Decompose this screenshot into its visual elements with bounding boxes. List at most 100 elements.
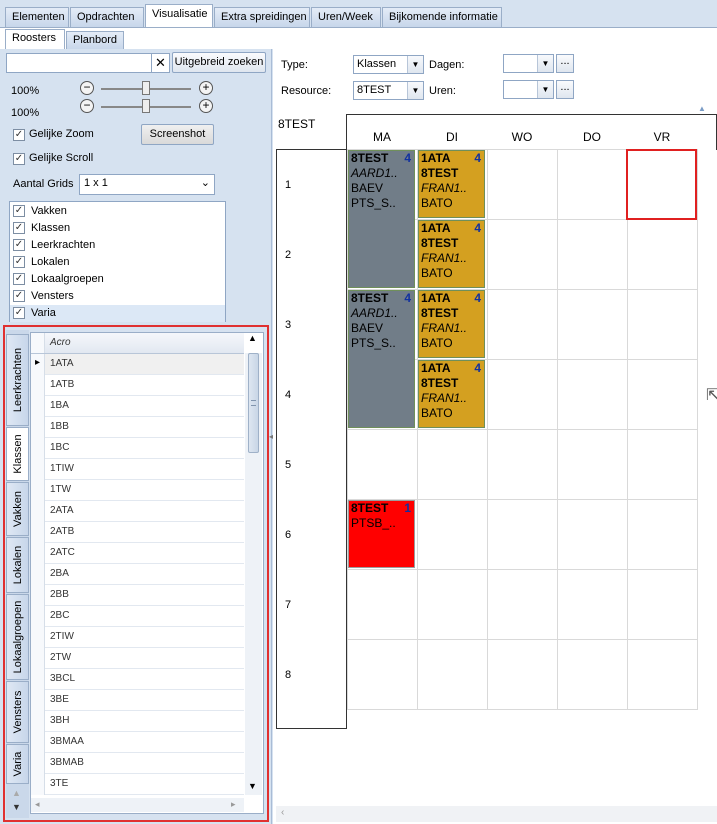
same-zoom-checkbox[interactable]: ✓ xyxy=(13,129,25,141)
dropdown-arrow-icon[interactable]: ▼ xyxy=(407,56,423,73)
hour-label: 7 xyxy=(285,599,292,611)
checklist-label: Varia xyxy=(31,307,56,319)
lesson-count: 4 xyxy=(404,291,411,305)
dropdown-arrow-icon[interactable]: ▼ xyxy=(537,55,553,72)
checklist-item-vensters[interactable]: ✓ Vensters xyxy=(10,288,225,305)
hours-more-button[interactable]: ... xyxy=(556,80,574,99)
zoom-level-2: 100% xyxy=(11,107,40,119)
lesson-block[interactable]: 1ATA 4 8TEST FRAN1.. BATO xyxy=(418,150,485,218)
lesson-count: 4 xyxy=(474,221,481,235)
checkbox[interactable]: ✓ xyxy=(13,273,25,285)
dropdown-arrow-icon[interactable]: ▼ xyxy=(537,81,553,98)
checkbox[interactable]: ✓ xyxy=(13,256,25,268)
lesson-block[interactable]: 8TEST 4 AARD1.. BAEV PTS_S.. xyxy=(348,150,415,288)
lesson-l3: BAEV xyxy=(351,321,384,335)
zoom-in-icon[interactable]: + xyxy=(199,99,213,113)
checklist-item-varia[interactable]: ✓ Varia xyxy=(10,305,225,322)
day-header[interactable]: DO xyxy=(557,114,627,150)
same-scroll-label: Gelijke Scroll xyxy=(29,152,94,164)
day-header[interactable]: WO xyxy=(487,114,557,150)
zoom-out-icon[interactable]: − xyxy=(80,99,94,113)
hours-select[interactable]: ▼ xyxy=(503,80,554,99)
grid-line xyxy=(347,639,697,640)
selected-cell[interactable] xyxy=(626,149,697,220)
lesson-count: 4 xyxy=(474,361,481,375)
tab-roosters[interactable]: Roosters xyxy=(5,29,65,51)
lesson-l3: FRAN1.. xyxy=(421,181,468,195)
lesson-l4: BATO xyxy=(421,336,453,350)
clear-search-icon[interactable]: ✕ xyxy=(151,54,169,72)
zoom-out-icon[interactable]: − xyxy=(80,81,94,95)
tab-label: Elementen xyxy=(12,11,65,23)
scroll-left-icon[interactable]: ‹ xyxy=(281,807,284,818)
tab-bijkomende-informatie[interactable]: Bijkomende informatie xyxy=(382,7,502,27)
lesson-l3: BAEV xyxy=(351,181,384,195)
day-header[interactable]: MA xyxy=(347,114,417,150)
lesson-block[interactable]: 1ATA 4 8TEST FRAN1.. BATO xyxy=(418,290,485,358)
search-input[interactable] xyxy=(6,53,170,73)
resource-select[interactable]: 8TEST ▼ xyxy=(353,81,424,100)
checklist-item-leerkrachten[interactable]: ✓ Leerkrachten xyxy=(10,237,225,254)
days-label: Dagen: xyxy=(429,59,465,71)
hour-label: 5 xyxy=(285,459,292,471)
checklist-item-klassen[interactable]: ✓ Klassen xyxy=(10,220,225,237)
checkbox[interactable]: ✓ xyxy=(13,290,25,302)
lesson-l1: 1ATA xyxy=(421,361,451,375)
lesson-count: 1 xyxy=(404,501,411,515)
day-header[interactable]: DI xyxy=(417,114,487,150)
lesson-l4: BATO xyxy=(421,196,453,210)
tab-label: Roosters xyxy=(12,32,57,44)
days-select[interactable]: ▼ xyxy=(503,54,554,73)
type-select[interactable]: Klassen ▼ xyxy=(353,55,424,74)
tab-planbord[interactable]: Planbord xyxy=(66,31,124,50)
schedule-title: 8TEST xyxy=(278,117,316,131)
screenshot-button[interactable]: Screenshot xyxy=(141,124,214,145)
checklist-label: Vensters xyxy=(31,290,74,302)
chevron-down-icon: ⌄ xyxy=(200,177,210,189)
lesson-l4: PTS_S.. xyxy=(351,196,396,210)
grid-line xyxy=(697,149,698,710)
zoom-slider-thumb[interactable] xyxy=(142,99,150,113)
tab-opdrachten[interactable]: Opdrachten xyxy=(70,7,144,27)
zoom-in-icon[interactable]: + xyxy=(199,81,213,95)
day-header[interactable]: VR xyxy=(627,114,697,150)
checklist-label: Vakken xyxy=(31,205,67,217)
lesson-block[interactable]: 1ATA 4 8TEST FRAN1.. BATO xyxy=(418,360,485,428)
hour-label: 8 xyxy=(285,669,292,681)
type-label: Type: xyxy=(281,59,308,71)
lesson-header: 1ATA 4 xyxy=(421,291,482,306)
lesson-l2: 8TEST xyxy=(421,236,459,250)
grids-label: Aantal Grids xyxy=(13,178,74,190)
tab-uren-week[interactable]: Uren/Week xyxy=(311,7,381,27)
lesson-header: 1ATA 4 xyxy=(421,361,482,376)
tab-visualisatie[interactable]: Visualisatie xyxy=(145,4,213,28)
grid-line xyxy=(557,149,558,710)
checkbox[interactable]: ✓ xyxy=(13,205,25,217)
checklist-label: Lokalen xyxy=(31,256,70,268)
zoom-slider-thumb[interactable] xyxy=(142,81,150,95)
advanced-search-button[interactable]: Uitgebreid zoeken xyxy=(172,52,266,73)
checkbox[interactable]: ✓ xyxy=(13,239,25,251)
lesson-l1: 1ATA xyxy=(421,151,451,165)
tab-elementen[interactable]: Elementen xyxy=(5,7,69,27)
schedule-horizontal-scrollbar[interactable]: ‹ xyxy=(276,806,717,822)
checkbox[interactable]: ✓ xyxy=(13,307,25,319)
grids-select[interactable]: 1 x 1 ⌄ xyxy=(79,174,215,195)
lesson-block[interactable]: 8TEST 4 AARD1.. BAEV PTS_S.. xyxy=(348,290,415,428)
lesson-count: 4 xyxy=(474,291,481,305)
hour-label: 4 xyxy=(285,389,292,401)
tab-extra-spreidingen[interactable]: Extra spreidingen xyxy=(214,7,310,27)
days-more-button[interactable]: ... xyxy=(556,54,574,73)
dropdown-arrow-icon[interactable]: ▼ xyxy=(407,82,423,99)
lesson-l2: PTSB_.. xyxy=(351,516,396,530)
checklist-item-vakken[interactable]: ✓ Vakken xyxy=(10,203,225,220)
checklist-item-lokalen[interactable]: ✓ Lokalen xyxy=(10,254,225,271)
collapse-arrow-icon[interactable]: ▲ xyxy=(698,104,706,113)
checklist-item-lokaalgroepen[interactable]: ✓ Lokaalgroepen xyxy=(10,271,225,288)
checkbox[interactable]: ✓ xyxy=(13,222,25,234)
same-scroll-checkbox[interactable]: ✓ xyxy=(13,153,25,165)
hours-label: Uren: xyxy=(429,85,456,97)
lesson-block[interactable]: 1ATA 4 8TEST FRAN1.. BATO xyxy=(418,220,485,288)
lesson-block[interactable]: 8TEST 1 PTSB_.. xyxy=(348,500,415,568)
tab-label: Planbord xyxy=(73,34,118,46)
